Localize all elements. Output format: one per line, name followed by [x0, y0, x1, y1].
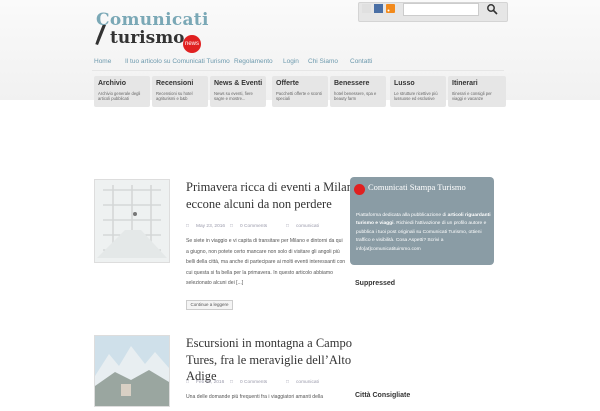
category-desc: Recensioni su hotel agriturismi e b&b — [156, 91, 193, 101]
category-desc: Archivio generale degli articoli pubblic… — [98, 91, 141, 101]
folder-icon: □ — [286, 224, 289, 229]
post-excerpt: Una delle domande più frequenti fra i vi… — [186, 394, 324, 400]
widget-title: Suppressed — [355, 280, 396, 287]
read-more-button[interactable]: Continue a leggere — [186, 300, 233, 310]
twitter-icon[interactable] — [374, 4, 383, 13]
category-title: Benessere — [334, 80, 370, 87]
comment-icon: □ — [230, 380, 233, 385]
category-title: Itinerari — [452, 80, 478, 87]
post-category[interactable]: comunicati — [296, 380, 319, 385]
category-title: Recensioni — [156, 80, 194, 87]
category-title: Lusso — [394, 80, 415, 87]
nav-contatti[interactable]: Contatti — [350, 58, 372, 65]
calendar-icon: □ — [186, 380, 189, 385]
category-desc: Le strutture ricettive più lussuose ed e… — [394, 91, 438, 101]
search-icon[interactable] — [486, 3, 498, 15]
category-benessere[interactable]: Benessere hotel benessere, spa e beauty … — [330, 76, 386, 107]
post-excerpt: Se siete in viaggio e vi capita di trans… — [186, 238, 346, 286]
nav-login[interactable]: Login — [283, 58, 299, 65]
search-input[interactable] — [403, 3, 479, 16]
nav-il-tuo-articolo[interactable]: Il tuo articolo su Comunicati Turismo — [125, 58, 230, 65]
calendar-icon: □ — [186, 224, 189, 229]
category-news-eventi[interactable]: News & Eventi News su eventi, fiere sagr… — [210, 76, 266, 107]
nav-divider — [92, 70, 504, 71]
sidebar-box-text: Piattaforma dedicata alla pubblicazione … — [356, 212, 492, 254]
logo-news-badge: news — [183, 35, 201, 53]
post-date: Feb 29, 2016 — [196, 380, 225, 385]
facebook-icon[interactable] — [362, 4, 371, 13]
comment-icon: □ — [230, 224, 233, 229]
post-thumbnail[interactable] — [94, 179, 170, 263]
sidebar-box-title: Comunicati Stampa Turismo — [368, 182, 466, 192]
folder-icon: □ — [286, 380, 289, 385]
post-category[interactable]: comunicati — [296, 224, 319, 229]
category-desc: Itinerari e consigli per viaggi e vacanz… — [452, 91, 492, 101]
post-thumbnail-image — [95, 180, 169, 262]
category-lusso[interactable]: Lusso Le strutture ricettive più lussuos… — [390, 76, 446, 107]
sidebar-box-text-1: Piattaforma dedicata alla pubblicazione … — [356, 213, 448, 218]
category-recensioni[interactable]: Recensioni Recensioni su hotel agrituris… — [152, 76, 208, 107]
rss-icon[interactable] — [386, 4, 395, 13]
category-title: Archivio — [98, 80, 127, 87]
post-date: May 23, 2016 — [196, 224, 226, 229]
logo-line2: turismo — [110, 28, 185, 48]
category-itinerari[interactable]: Itinerari Itinerari e consigli per viagg… — [448, 76, 506, 107]
nav-home[interactable]: Home — [94, 58, 111, 65]
post-thumbnail-image — [95, 336, 169, 406]
category-offerte[interactable]: Offerte Pacchetti offerte e sconti speci… — [272, 76, 328, 107]
post-thumbnail[interactable] — [94, 335, 170, 407]
post-title[interactable]: Primavera ricca di eventi a Milano, ecco… — [186, 179, 371, 212]
category-title: Offerte — [276, 80, 299, 87]
category-desc: News su eventi, fiere sagre e mostre... — [214, 91, 253, 101]
logo-line1: Comunicati — [96, 10, 209, 30]
sidebar-about-box: Comunicati Stampa Turismo Piattaforma de… — [350, 177, 494, 265]
site-logo[interactable]: Comunicati turismo news — [92, 8, 222, 53]
category-title: News & Eventi — [214, 80, 263, 87]
red-dot-icon — [354, 184, 365, 195]
post-comments[interactable]: 0 Comments — [240, 224, 267, 229]
post-title[interactable]: Escursioni in montagna a Campo Tures, fr… — [186, 335, 371, 385]
nav-chi-siamo[interactable]: Chi Siamo — [308, 58, 338, 65]
post-comments[interactable]: 0 Comments — [240, 380, 267, 385]
cities-widget-title: Città Consigliate — [355, 392, 411, 399]
category-desc: hotel benessere, spa e beauty farm — [334, 91, 377, 101]
category-archivio[interactable]: Archivio Archivio generale degli articol… — [94, 76, 150, 107]
category-desc: Pacchetti offerte e sconti speciali — [276, 91, 322, 101]
nav-regolamento[interactable]: Regolamento — [234, 58, 273, 65]
